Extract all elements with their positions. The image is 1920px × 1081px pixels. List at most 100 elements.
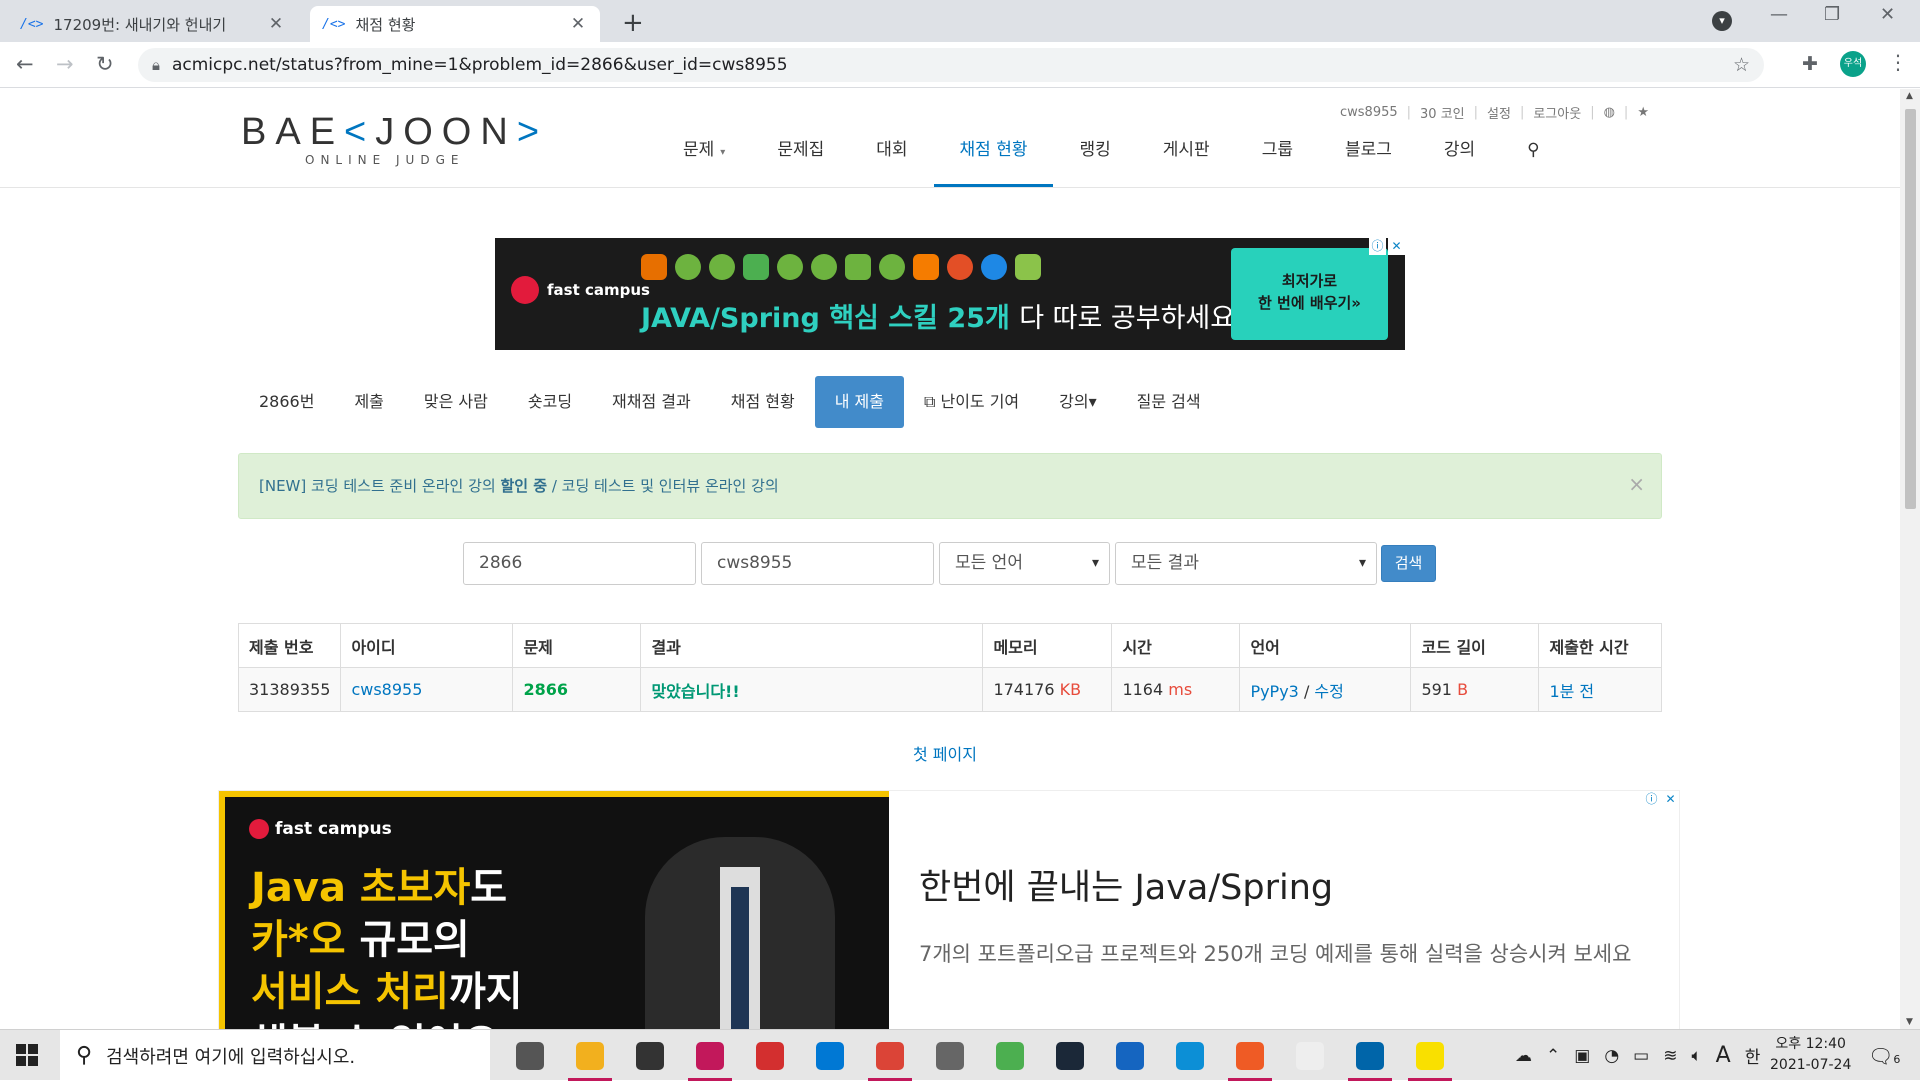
problem-id-input[interactable]: 2866 [463,542,696,585]
network-icon[interactable]: ◔ [1604,1046,1619,1066]
nav-status[interactable]: 채점 현황 [933,129,1054,187]
wifi-icon[interactable]: ≋ [1663,1046,1677,1066]
scrollbar-thumb[interactable] [1905,109,1916,509]
menu-lecture[interactable]: 강의▾ [1039,376,1116,428]
coin-link[interactable]: 30 코인 [1420,103,1465,122]
ad-cta-button[interactable]: 최저가로 한 번에 배우기» [1231,248,1388,340]
top-ad-banner[interactable]: fast campus JAVA/Spring 핵심 스킬 25개 다 따로 공… [495,238,1405,350]
logout-link[interactable]: 로그아웃 [1533,103,1581,122]
scroll-down-arrow-icon[interactable]: ▼ [1906,1017,1913,1027]
taskbar-app-chrome[interactable] [860,1030,920,1081]
window-close-icon[interactable]: ✕ [1880,4,1895,25]
menu-question-search[interactable]: 질문 검색 [1117,376,1221,428]
windows-start-icon[interactable] [16,1044,38,1066]
taskbar-app-reader[interactable] [1100,1030,1160,1081]
address-bar[interactable]: 🔒︎ acmicpc.net/status?from_mine=1&proble… [138,48,1764,82]
nav-ranking[interactable]: 랭킹 [1053,129,1136,187]
restore-icon[interactable]: ❐ [1824,4,1840,25]
reload-icon[interactable]: ↻ [96,52,114,76]
menu-problem-number[interactable]: 2866번 [239,376,334,428]
bookmark-star-icon[interactable]: ☆ [1733,54,1750,76]
taskbar-app-vscode[interactable] [1340,1030,1400,1081]
nav-contest[interactable]: 대회 [850,129,933,187]
page-scrollbar[interactable]: ▲ ▼ [1900,89,1920,1029]
nav-lecture[interactable]: 강의 [1418,129,1501,187]
taskbar-search[interactable]: ⚲ 검색하려면 여기에 입력하십시오. [60,1030,490,1081]
menu-my-submissions[interactable]: 내 제출 [814,376,904,428]
taskbar-clock[interactable]: 오후 12:40 2021-07-24 [1770,1034,1851,1076]
taskbar-app-kakaotalk[interactable] [1400,1030,1460,1081]
ad-close-icon[interactable]: ✕ [1662,791,1679,808]
result-select[interactable]: 모든 결과 ▾ [1115,542,1377,585]
volume-icon[interactable]: 🔈︎ [1691,1046,1701,1066]
globe-icon[interactable]: ◍ [1604,105,1615,120]
taskbar-app-mail[interactable] [800,1030,860,1081]
battery-icon[interactable]: ▭ [1633,1046,1649,1066]
taskbar-app-task-view[interactable] [500,1030,560,1081]
browser-tab[interactable]: /<> 17209번: 새내기와 헌내기 ✕ [8,6,298,42]
submitted-time-link[interactable]: 1분 전 [1549,682,1594,701]
search-icon[interactable]: ⚲ [1501,129,1565,187]
chevron-up-icon[interactable]: ⌃ [1546,1046,1560,1066]
menu-submit[interactable]: 제출 [334,376,403,428]
search-button[interactable]: 검색 [1381,545,1436,582]
site-logo[interactable]: BAE<JOON> [241,111,548,154]
menu-short-coding[interactable]: 숏코딩 [508,376,592,428]
problem-link[interactable]: 2866 [523,680,568,699]
browser-tab-active[interactable]: /<> 채점 현황 ✕ [310,6,600,42]
ad-info-icon[interactable]: ⓘ [1643,791,1660,808]
taskbar-app-typora[interactable] [1280,1030,1340,1081]
tray-app-icon[interactable]: ▣ [1574,1046,1590,1066]
nav-problems[interactable]: 문제 ▾ [657,129,751,187]
taskbar-app-store[interactable] [620,1030,680,1081]
new-tab-button[interactable]: + [622,8,644,38]
nav-board[interactable]: 게시판 [1137,129,1236,187]
taskbar-app-bug-tool[interactable] [920,1030,980,1081]
menu-solvers[interactable]: 맞은 사람 [404,376,508,428]
settings-link[interactable]: 설정 [1487,103,1511,122]
close-icon[interactable]: ✕ [266,14,286,34]
nav-workbook[interactable]: 문제집 [751,129,850,187]
ad-close-icon[interactable]: ✕ [1388,238,1405,255]
ime-indicator[interactable]: 한 [1745,1043,1761,1068]
taskbar-app-postman[interactable] [1220,1030,1280,1081]
language-select[interactable]: 모든 언어 ▾ [939,542,1110,585]
forward-arrow-icon[interactable]: → [56,52,74,76]
taskbar-app-sync-app[interactable] [740,1030,800,1081]
lock-icon[interactable]: 🔒︎ [152,56,160,74]
star-icon[interactable]: ★ [1637,105,1649,120]
edit-link[interactable]: 수정 [1314,682,1343,701]
menu-difficulty[interactable]: ⧉ 난이도 기여 [904,376,1039,428]
bottom-ad-banner[interactable]: fast campus Java 초보자도 카*오 규모의 서비스 처리까지 해… [218,790,1680,1029]
minimize-icon[interactable]: — [1770,4,1788,25]
input-language-indicator[interactable]: A [1716,1043,1731,1068]
close-icon[interactable]: ✕ [568,14,588,34]
nav-blog[interactable]: 블로그 [1319,129,1418,187]
taskbar-app-steam[interactable] [1040,1030,1100,1081]
first-page-link[interactable]: 첫 페이지 [913,741,977,765]
extensions-icon[interactable]: ✚ [1802,53,1818,75]
taskbar-app-file-explorer[interactable] [560,1030,620,1081]
user-link[interactable]: cws8955 [351,680,422,699]
tech-icons [641,254,1041,280]
back-arrow-icon[interactable]: ← [16,52,34,76]
ad-info-icon[interactable]: ⓘ [1369,238,1386,255]
taskbar-app-app-pink[interactable] [680,1030,740,1081]
close-icon[interactable]: × [1628,472,1645,496]
nav-group[interactable]: 그룹 [1236,129,1319,187]
cloud-icon[interactable]: ☁ [1515,1046,1532,1066]
browser-menu-icon[interactable]: ⋮ [1888,50,1908,74]
url-text[interactable]: acmicpc.net/status?from_mine=1&problem_i… [172,55,788,75]
scroll-up-arrow-icon[interactable]: ▲ [1906,91,1913,101]
tab-search-icon[interactable]: ▾ [1712,11,1732,31]
menu-rejudge[interactable]: 재채점 결과 [592,376,711,428]
username-link[interactable]: cws8955 [1340,105,1398,120]
taskbar-app-edge[interactable] [1160,1030,1220,1081]
notification-icon[interactable]: 🗨︎6 [1868,1044,1900,1068]
alert-link[interactable]: [NEW] 코딩 테스트 준비 온라인 강의 할인 중 / 코딩 테스트 및 인… [259,477,779,495]
menu-status[interactable]: 채점 현황 [711,376,815,428]
taskbar-app-kite-app[interactable] [980,1030,1040,1081]
language-link[interactable]: PyPy3 [1250,682,1298,701]
user-id-input[interactable]: cws8955 [701,542,934,585]
profile-avatar[interactable]: 우석 [1840,51,1866,77]
